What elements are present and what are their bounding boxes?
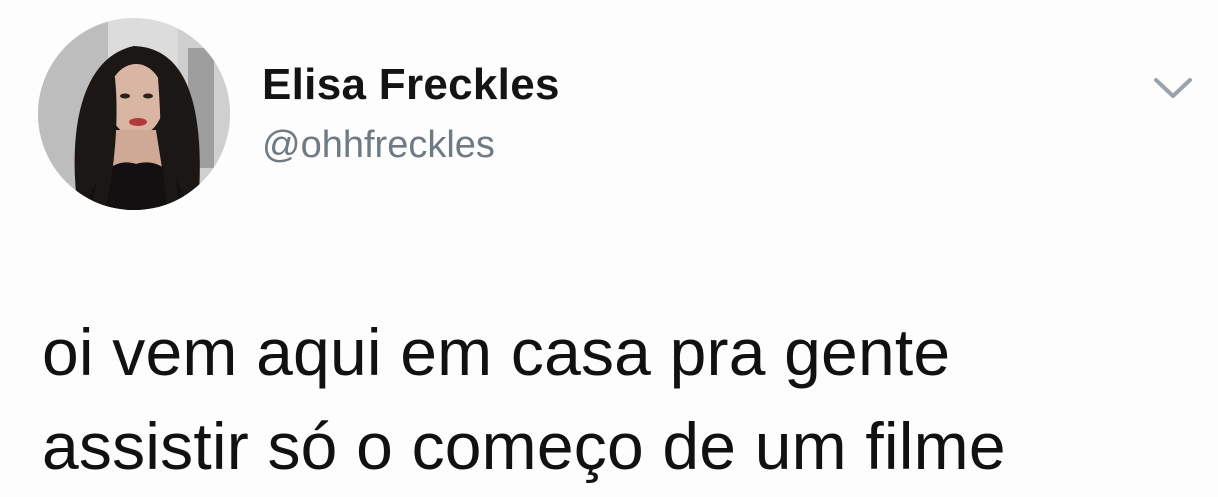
tweet-text: oi vem aqui em casa pra gente assistir s… [42,305,1202,493]
avatar[interactable] [38,18,230,210]
profile-photo [38,18,230,210]
tweet-text-line: assistir só o começo de um filme [42,409,1006,483]
display-name[interactable]: Elisa Freckles [262,63,560,107]
tweet-card: Elisa Freckles @ohhfreckles oi vem aqui … [0,0,1218,497]
chevron-down-icon[interactable] [1148,70,1198,104]
user-handle[interactable]: @ohhfreckles [262,126,495,164]
tweet-text-line: oi vem aqui em casa pra gente [42,315,951,389]
